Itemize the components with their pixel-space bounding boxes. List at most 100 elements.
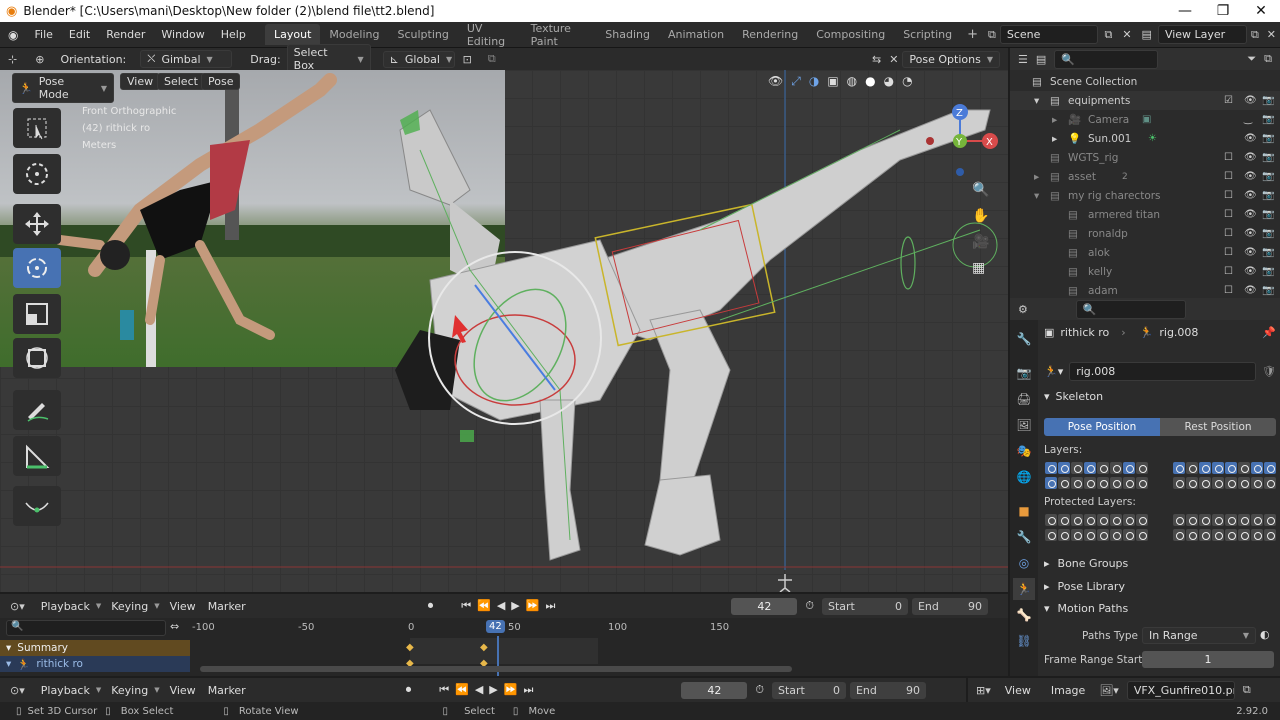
scene-tab-icon[interactable]: 🎭 <box>1013 440 1035 462</box>
ortho-grid-icon[interactable]: ▦ <box>972 260 989 276</box>
menu-keying[interactable]: Keying <box>105 682 154 699</box>
image-file-field[interactable]: VFX_Gunfire010.png <box>1126 680 1235 700</box>
blender-menu-icon[interactable]: ◉ <box>0 28 26 42</box>
close-tool-icon[interactable]: ✕ <box>885 53 902 66</box>
outliner-row-equipments[interactable]: ▾ ▤ equipments ☑ 👁 📷 <box>1010 91 1280 110</box>
tab-uv-editing[interactable]: UV Editing <box>458 18 522 52</box>
outliner-row-asset[interactable]: ▸ ▤ asset 2 ☐ 👁 📷 <box>1010 167 1280 186</box>
skeleton-panel-header[interactable]: ▾ Skeleton <box>1044 390 1276 403</box>
checkbox-icon[interactable]: ☐ <box>1224 228 1233 239</box>
outliner-row-alok[interactable]: ▤ alok ☐ 👁 📷 <box>1010 243 1280 262</box>
3d-viewport[interactable]: Front Orthographic (42) rithick ro Meter… <box>0 70 1008 592</box>
eye-icon[interactable]: 👁 <box>1244 247 1257 258</box>
checkbox-icon[interactable]: ☐ <box>1224 171 1233 182</box>
object-channel[interactable]: ▾ 🏃 rithick ro <box>0 656 190 672</box>
frame-end-field[interactable]: End 90 <box>849 681 926 699</box>
tab-compositing[interactable]: Compositing <box>807 24 894 45</box>
outliner-row-sun[interactable]: ▸ 💡 Sun.001 ☀ 👁 📷 <box>1010 129 1280 148</box>
frame-range-start-field[interactable]: 1 <box>1142 651 1274 668</box>
editor-type-icon[interactable]: ⊙▾ <box>0 600 35 613</box>
filter-icon[interactable]: ⏷ <box>1247 52 1256 66</box>
expand-arrow-icon[interactable]: ▸ <box>1052 114 1057 126</box>
view-layer-tab-icon[interactable]: 🖼 <box>1013 414 1035 436</box>
tab-rendering[interactable]: Rendering <box>733 24 807 45</box>
new-scene-icon[interactable]: ⧉ <box>1098 28 1118 42</box>
new-view-layer-icon[interactable]: ⧉ <box>1247 28 1263 42</box>
pin-icon[interactable]: 📌 <box>1262 326 1276 339</box>
zoom-icon[interactable]: 🔍 <box>972 182 989 198</box>
armature-model[interactable] <box>0 70 1008 592</box>
new-collection-icon[interactable]: ⧉ <box>1264 52 1280 66</box>
motion-paths-panel-header[interactable]: ▾ Motion Paths <box>1044 602 1128 615</box>
collapse-arrow-icon[interactable]: ▾ <box>1034 95 1039 107</box>
bone-constraint-tab-icon[interactable]: ⛓ <box>1013 630 1035 652</box>
snap-icon[interactable]: ⧉ <box>480 52 504 66</box>
image-icon[interactable]: 🖼▾ <box>1099 684 1119 697</box>
outliner-row-kelly[interactable]: ▤ kelly ☐ 👁 📷 <box>1010 262 1280 281</box>
world-tab-icon[interactable]: 🌐 <box>1013 466 1035 488</box>
paths-info-icon[interactable]: ◐ <box>1260 628 1270 641</box>
camera-render-icon[interactable]: 📷 <box>1262 95 1274 106</box>
frame-start-field[interactable]: Start 0 <box>771 681 846 699</box>
close-icon[interactable]: ✕ <box>1242 3 1280 19</box>
menu-keying[interactable]: Keying <box>105 598 154 615</box>
checkbox-icon[interactable]: ☐ <box>1224 285 1233 296</box>
transform-orientation-dropdown[interactable]: ⊾ Global ▼ <box>382 50 455 68</box>
menu-edit[interactable]: Edit <box>61 28 98 41</box>
camera-render-icon[interactable]: 📷 <box>1262 247 1274 258</box>
menu-help[interactable]: Help <box>213 28 254 41</box>
tab-shading[interactable]: Shading <box>596 24 659 45</box>
menu-window[interactable]: Window <box>153 28 212 41</box>
jump-start-icon[interactable]: ⏮ <box>461 599 471 613</box>
pose-position-button[interactable]: Pose Position <box>1044 418 1160 436</box>
tab-modeling[interactable]: Modeling <box>320 24 388 45</box>
camera-render-icon[interactable]: 📷 <box>1262 190 1274 201</box>
current-frame-field[interactable]: 42 <box>731 597 798 615</box>
tab-animation[interactable]: Animation <box>659 24 733 45</box>
camera-render-icon[interactable]: 📷 <box>1262 152 1274 163</box>
new-image-icon[interactable]: ⧉ <box>1243 683 1251 697</box>
jump-start-icon[interactable]: ⏮ <box>439 683 449 697</box>
keyframe-diamond[interactable]: ◆ <box>406 642 414 653</box>
camera-render-icon[interactable]: 📷 <box>1262 266 1274 277</box>
menu-view[interactable]: View <box>999 682 1037 699</box>
outliner-row-my-rig-charectors[interactable]: ▾ ▤ my rig charectors ☐ 👁 📷 <box>1010 186 1280 205</box>
menu-view[interactable]: View <box>164 598 202 615</box>
bone-tab-icon[interactable]: 🦴 <box>1013 604 1035 626</box>
checkbox-icon[interactable]: ☐ <box>1224 209 1233 220</box>
maximize-icon[interactable]: ❐ <box>1204 3 1242 19</box>
pan-hand-icon[interactable]: ✋ <box>972 208 989 224</box>
eye-icon[interactable]: 👁 <box>1244 171 1257 182</box>
eye-icon[interactable]: 👁 <box>1244 152 1257 163</box>
delete-scene-icon[interactable]: ✕ <box>1118 28 1135 41</box>
minimize-icon[interactable]: — <box>1166 3 1204 19</box>
armature-data-icon[interactable]: 🏃▾ <box>1044 365 1063 378</box>
pose-x-mirror-icon[interactable]: ⇆ <box>868 53 885 66</box>
checkbox-icon[interactable]: ☐ <box>1224 152 1233 163</box>
fake-user-shield-icon[interactable]: 🛡 <box>1262 365 1276 378</box>
scene-icon[interactable]: ⧉ <box>984 28 1000 42</box>
camera-render-icon[interactable]: 📷 <box>1262 285 1274 296</box>
record-icon[interactable]: ⏺ <box>406 683 412 697</box>
play-icon[interactable]: ▶ <box>511 599 519 613</box>
navigation-gizmo[interactable]: Z X Y <box>920 98 1000 178</box>
protected-layers-grid[interactable] <box>1044 514 1276 544</box>
summary-channel[interactable]: ▾ Summary <box>0 640 190 656</box>
menu-file[interactable]: File <box>26 28 60 41</box>
outliner-row-ronaldp[interactable]: ▤ ronaldp ☐ 👁 📷 <box>1010 224 1280 243</box>
tool-tab-icon[interactable]: 🔧 <box>1013 328 1035 350</box>
camera-render-icon[interactable]: 📷 <box>1262 228 1274 239</box>
expand-arrow-icon[interactable]: ▸ <box>1052 133 1057 145</box>
outliner-search-input[interactable]: 🔍 <box>1054 49 1159 69</box>
outliner-row-armered-titan[interactable]: ▤ armered titan ☐ 👁 📷 <box>1010 205 1280 224</box>
eye-icon[interactable]: 👁 <box>1244 95 1257 106</box>
scene-field[interactable]: Scene <box>999 25 1099 44</box>
armature-layers-grid[interactable] <box>1044 462 1276 492</box>
play-reverse-icon[interactable]: ◀ <box>475 683 483 697</box>
frame-start-field[interactable]: Start 0 <box>821 597 908 615</box>
rotate-tool-icon[interactable]: ⊕ <box>25 53 54 66</box>
dopesheet-area[interactable]: 🔍 ⇔ -100 -50 0 50 100 150 42 ▾ Summary ▾ 🏃… <box>0 618 1008 676</box>
menu-render[interactable]: Render <box>98 28 153 41</box>
orientation-dropdown[interactable]: ⛌ Gimbal ▼ <box>140 50 233 68</box>
eye-icon[interactable]: 👁 <box>1244 133 1257 144</box>
